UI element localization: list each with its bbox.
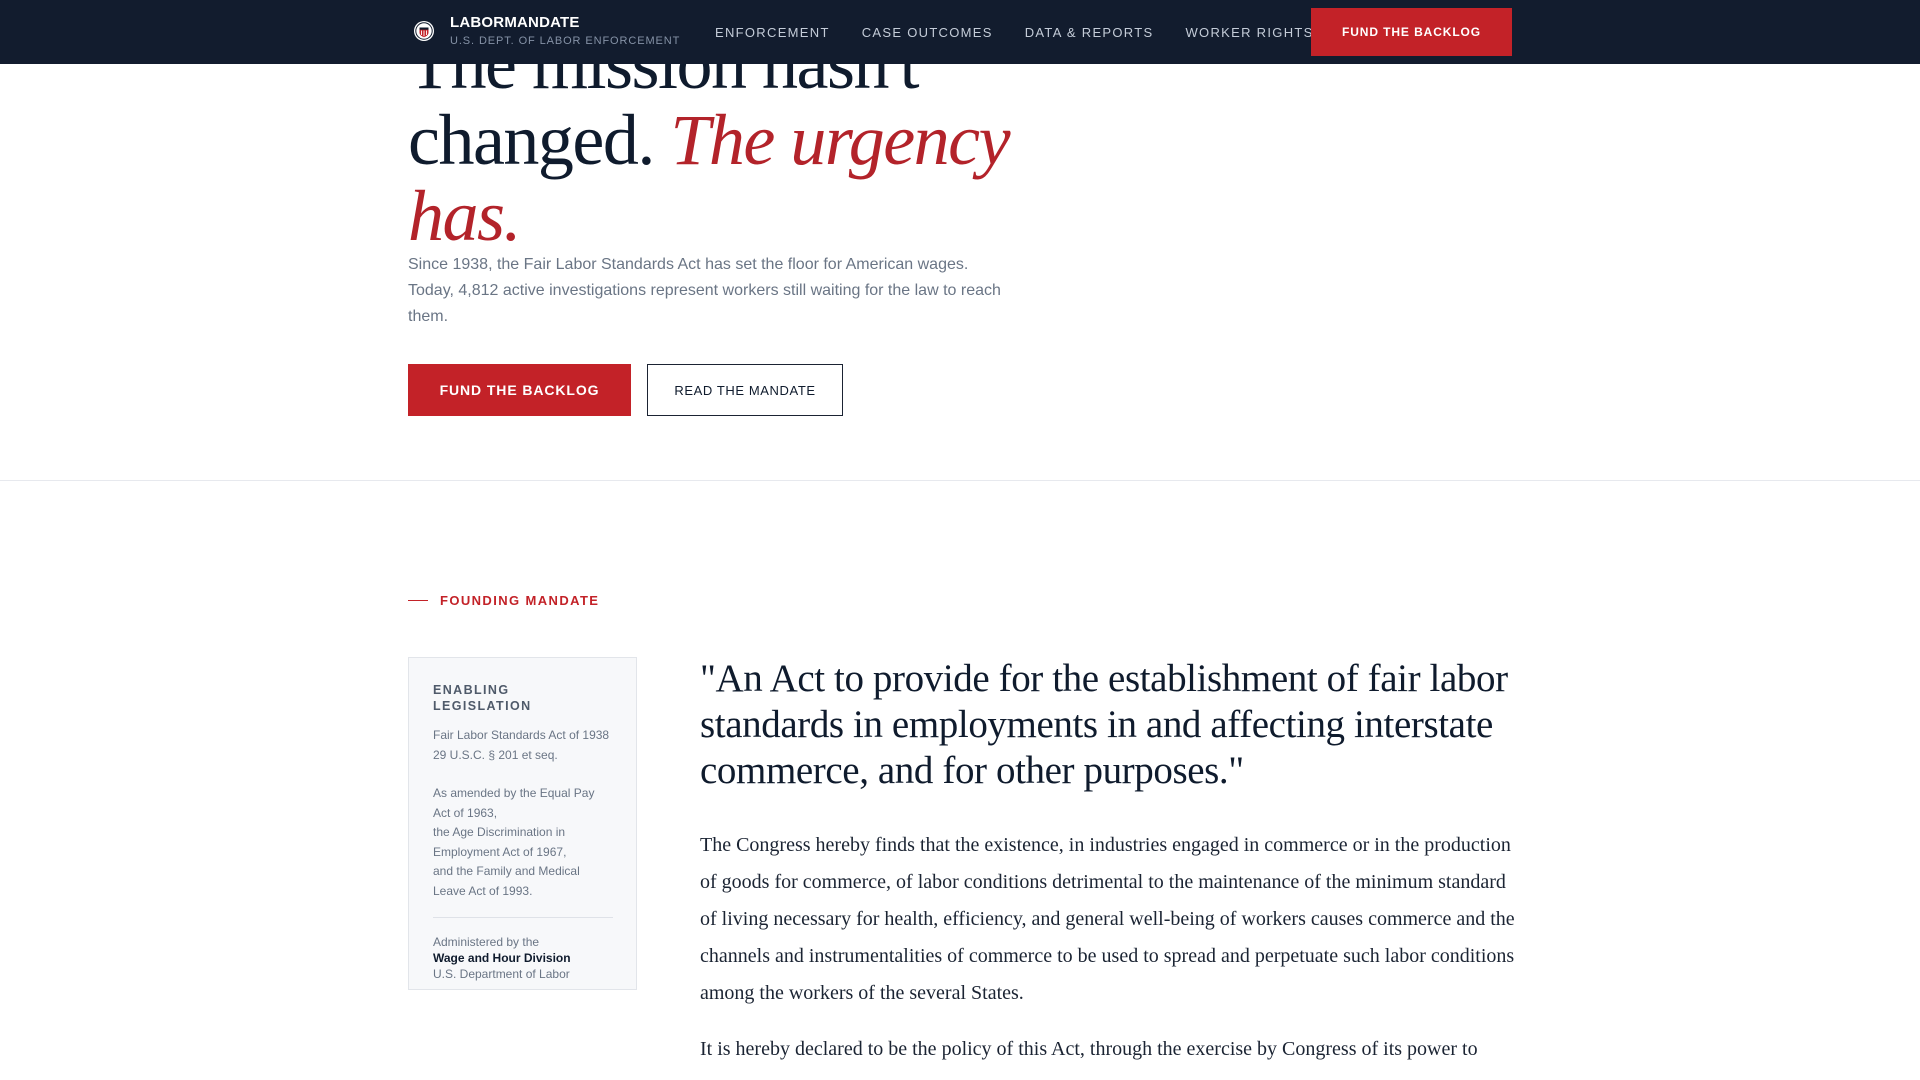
brand-subtitle: U.S. DEPT. OF LABOR ENFORCEMENT <box>450 35 681 47</box>
amendment-age-discrimination: the Age Discrimination in Employment Act… <box>433 825 567 859</box>
read-mandate-button[interactable]: READ THE MANDATE <box>647 364 843 416</box>
legislation-act: Fair Labor Standards Act of 1938 29 U.S.… <box>433 726 612 765</box>
administering-department: U.S. Department of Labor <box>433 967 570 981</box>
brand-text: LABORMANDATE U.S. DEPT. OF LABOR ENFORCE… <box>450 14 680 49</box>
eyebrow-label: FOUNDING MANDATE <box>440 593 600 608</box>
nav-links: ENFORCEMENT CASE OUTCOMES DATA & REPORTS… <box>715 0 1346 64</box>
legislation-card: ENABLING LEGISLATION Fair Labor Standard… <box>408 657 637 990</box>
administering-division: Wage and Hour Division <box>433 951 571 965</box>
nav-link-data-reports[interactable]: DATA & REPORTS <box>1025 25 1154 40</box>
hero-title-plain: changed. <box>408 100 671 180</box>
administered-by-label: Administered by the <box>433 935 540 949</box>
legislation-card-heading: ENABLING LEGISLATION <box>433 683 532 713</box>
mandate-paragraph-2: It is hereby declared to be the policy o… <box>700 1038 1478 1060</box>
section-eyebrow: FOUNDING MANDATE <box>408 593 599 608</box>
nav-link-enforcement[interactable]: ENFORCEMENT <box>715 25 830 40</box>
nav-link-case-outcomes[interactable]: CASE OUTCOMES <box>862 25 993 40</box>
legislation-act-citation: 29 U.S.C. § 201 et seq. <box>433 747 558 762</box>
mandate-quote: "An Act to provide for the establishment… <box>700 657 1508 792</box>
eyebrow-rule <box>408 599 428 602</box>
hero-description: Since 1938, the Fair Labor Standards Act… <box>408 256 1001 325</box>
seal-icon <box>414 21 434 41</box>
mandate-paragraph-1: The Congress hereby finds that the exist… <box>700 834 1515 1004</box>
hero-title-line-3: has. <box>408 176 522 256</box>
amendment-equal-pay: As amended by the Equal Pay Act of 1963, <box>433 786 595 820</box>
legislation-amendments: As amended by the Equal Pay Act of 1963,… <box>433 784 612 901</box>
legislation-act-name: Fair Labor Standards Act of 1938 <box>433 728 610 742</box>
brand[interactable]: LABORMANDATE U.S. DEPT. OF LABOR ENFORCE… <box>413 14 680 49</box>
brand-name: LABORMANDATE <box>450 14 580 31</box>
top-navigation: LABORMANDATE U.S. DEPT. OF LABOR ENFORCE… <box>0 0 1920 64</box>
card-divider <box>433 917 613 918</box>
fund-backlog-button[interactable]: FUND THE BACKLOG <box>408 364 631 416</box>
amendment-family-medical-leave: and the Family and Medical Leave Act of … <box>433 864 580 898</box>
nav-link-worker-rights[interactable]: WORKER RIGHTS <box>1185 25 1313 40</box>
nav-fund-backlog-button[interactable]: FUND THE BACKLOG <box>1311 8 1512 56</box>
hero-title-line-2: changed. The urgency <box>408 102 1108 178</box>
hero-title-accent: The urgency <box>670 100 1010 180</box>
section-divider <box>0 480 1920 481</box>
